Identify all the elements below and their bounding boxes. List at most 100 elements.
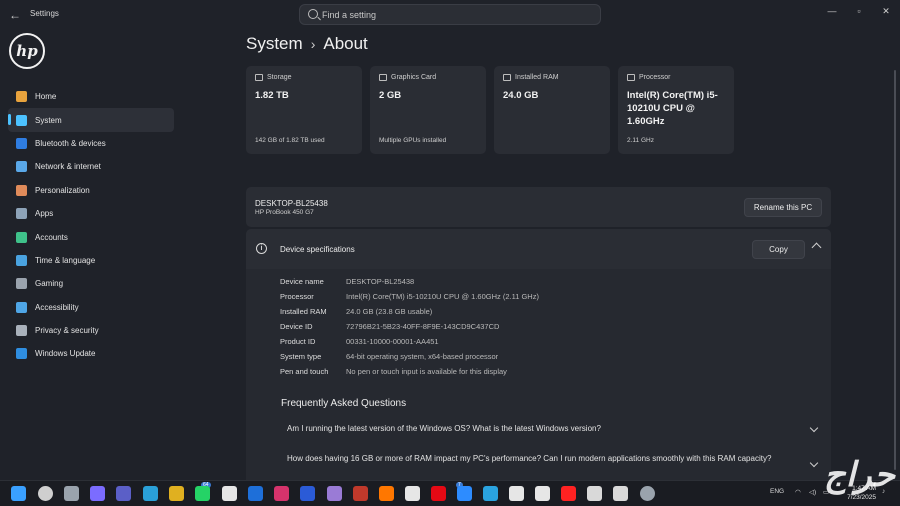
card-label: Installed RAM [515, 74, 559, 81]
youtube-icon[interactable] [561, 486, 576, 501]
calendar-icon[interactable] [222, 486, 237, 501]
sidebar-item-time-language[interactable]: Time & language [8, 249, 174, 272]
card-value: 24.0 GB [503, 90, 539, 101]
app-icon[interactable] [405, 486, 420, 501]
page-title: About [323, 34, 368, 53]
messenger-icon[interactable] [457, 486, 472, 501]
sidebar-item-windows-update[interactable]: Windows Update [8, 342, 174, 365]
ram-card[interactable]: Installed RAM 24.0 GB [494, 66, 610, 154]
openai-icon[interactable] [613, 486, 628, 501]
soundcloud-icon[interactable] [379, 486, 394, 501]
breadcrumb-parent[interactable]: System [246, 34, 303, 53]
github-icon[interactable] [509, 486, 524, 501]
graphics-card[interactable]: Graphics Card 2 GB Multiple GPUs install… [370, 66, 486, 154]
start-icon[interactable] [11, 486, 26, 501]
info-icon: i [256, 243, 267, 254]
sidebar-item-accessibility[interactable]: Accessibility [8, 296, 174, 319]
card-value: 1.82 TB [255, 90, 289, 101]
sidebar-item-label: Gaming [35, 279, 64, 289]
settings-window: ← Settings — ▫ ✕ hp Home System Bluetooth … [0, 0, 900, 480]
sidebar-item-gaming[interactable]: Gaming [8, 272, 174, 295]
maximize-icon[interactable]: ▫ [853, 6, 865, 16]
whatsapp-icon[interactable] [195, 486, 210, 501]
back-arrow-icon[interactable]: ← [9, 8, 23, 22]
sidebar-item-apps[interactable]: Apps [8, 202, 174, 225]
sidebar-item-label: Personalization [35, 185, 90, 195]
netflix-icon[interactable] [431, 486, 446, 501]
faq-item[interactable]: Am I running the latest version of the W… [287, 423, 819, 434]
search-icon[interactable] [38, 486, 53, 501]
minimize-icon[interactable]: — [826, 6, 838, 16]
privacy-security-icon [16, 325, 27, 337]
rename-pc-button[interactable]: Rename this PC [744, 198, 822, 217]
game-icon[interactable] [353, 486, 368, 501]
word-icon[interactable] [300, 486, 315, 501]
specs-header[interactable]: i Device specifications Copy [246, 229, 831, 269]
pc-name-panel: DESKTOP-BL25438 HP ProBook 450 G7 Rename… [246, 187, 831, 227]
processor-card[interactable]: Processor Intel(R) Core(TM) i5-10210U CP… [618, 66, 734, 154]
gpu-icon [379, 74, 387, 81]
tiktok-icon[interactable] [535, 486, 550, 501]
faq-title: Frequently Asked Questions [281, 398, 407, 409]
scrollbar[interactable] [894, 70, 896, 470]
breadcrumb-separator: › [310, 36, 316, 52]
spec-value: 00331-10000-00001-AA451 [346, 337, 439, 346]
sidebar-item-network-internet[interactable]: Network & internet [8, 155, 174, 178]
card-sub: 2.11 GHz [627, 137, 654, 144]
chrome-icon[interactable] [169, 486, 184, 501]
edge-icon[interactable] [143, 486, 158, 501]
faq-question: Am I running the latest version of the W… [287, 424, 601, 433]
network-internet-icon [16, 161, 27, 173]
pc-model: HP ProBook 450 G7 [255, 209, 314, 216]
chevron-down-icon [809, 423, 819, 433]
chatgpt-icon[interactable] [587, 486, 602, 501]
sidebar-item-label: System [35, 115, 62, 125]
sidebar-item-label: Accessibility [35, 302, 79, 312]
spec-row: Device name DESKTOP-BL25438 [280, 274, 539, 289]
settings-icon[interactable] [640, 486, 655, 501]
spec-value: No pen or touch input is available for t… [346, 367, 507, 376]
sidebar-item-bluetooth-devices[interactable]: Bluetooth & devices [8, 132, 174, 155]
card-label: Graphics Card [391, 74, 437, 81]
spec-rows: Device name DESKTOP-BL25438 Processor Intel… [280, 274, 539, 379]
sidebar-item-privacy-security[interactable]: Privacy & security [8, 319, 174, 342]
card-sub: Multiple GPUs installed [379, 137, 447, 144]
task-view-icon[interactable] [64, 486, 79, 501]
sidebar-item-label: Apps [35, 209, 54, 219]
instagram-icon[interactable] [274, 486, 289, 501]
spec-row: Product ID 00331-10000-00001-AA451 [280, 334, 539, 349]
search-input[interactable] [322, 6, 592, 23]
card-value: 2 GB [379, 90, 402, 101]
card-label: Storage [267, 74, 292, 81]
photos-icon[interactable] [327, 486, 342, 501]
sidebar-item-home[interactable]: Home [8, 85, 174, 108]
card-label: Processor [639, 74, 671, 81]
spec-key: Processor [280, 292, 314, 301]
sidebar-item-label: Bluetooth & devices [35, 138, 106, 148]
spec-key: Product ID [280, 337, 316, 346]
storage-card[interactable]: Storage 1.82 TB 142 GB of 1.82 TB used [246, 66, 362, 154]
copy-button[interactable]: Copy [752, 240, 805, 259]
sidebar-nav: Home System Bluetooth & devices Network & i… [8, 85, 174, 366]
home-icon [16, 91, 27, 103]
sidebar-item-label: Network & internet [35, 162, 101, 172]
specs-title: Device specifications [280, 245, 355, 254]
app-title: Settings [30, 9, 59, 18]
close-icon[interactable]: ✕ [880, 6, 892, 17]
spec-key: Device ID [280, 322, 313, 331]
storage-icon [255, 74, 263, 81]
gaming-icon [16, 278, 27, 290]
teams-icon[interactable] [116, 486, 131, 501]
spec-value: 24.0 GB (23.8 GB usable) [346, 307, 433, 316]
hp-logo: hp [9, 33, 45, 69]
sidebar-item-personalization[interactable]: Personalization [8, 179, 174, 202]
sidebar-item-accounts[interactable]: Accounts [8, 225, 174, 248]
search-box[interactable] [299, 4, 601, 25]
copilot-icon[interactable] [90, 486, 105, 501]
spec-value: 64-bit operating system, x64-based proce… [346, 352, 499, 361]
telegram-icon[interactable] [483, 486, 498, 501]
outlook-icon[interactable] [248, 486, 263, 501]
sidebar-item-system[interactable]: System [8, 108, 174, 132]
chevron-up-icon[interactable] [811, 242, 822, 253]
spec-value: 72796B21-5B23-40FF-8F9E-143CD9C437CD [346, 322, 500, 331]
